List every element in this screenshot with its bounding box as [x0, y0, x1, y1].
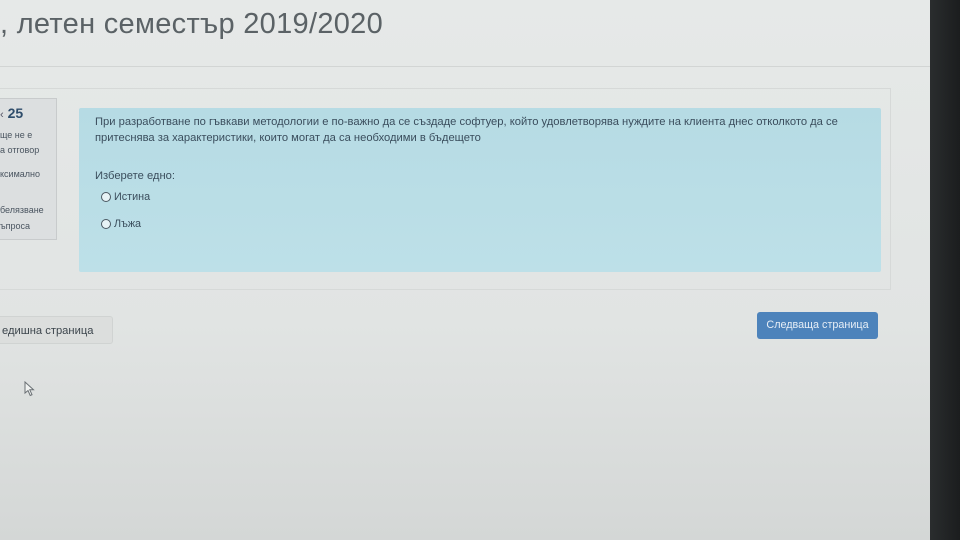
- option-true-label: Истина: [114, 191, 151, 203]
- question-number-prefix: ‹: [0, 109, 4, 121]
- page-title: , летен семестър 2019/2020: [0, 8, 384, 40]
- option-false-label: Лъжа: [114, 218, 142, 230]
- question-number-value: 25: [7, 105, 24, 121]
- previous-page-button[interactable]: едишна страница: [0, 316, 113, 344]
- answer-prompt: Изберете едно:: [95, 170, 175, 182]
- question-text: При разработване по гъвкави методологии …: [95, 116, 838, 144]
- title-divider: [0, 66, 930, 67]
- flag-question-link[interactable]: белязване: [0, 205, 44, 215]
- mouse-pointer-icon: [24, 381, 35, 397]
- radio-true[interactable]: [101, 192, 111, 202]
- question-number: ‹ 25: [0, 105, 23, 121]
- radio-false[interactable]: [101, 219, 111, 229]
- info-points-line: ксимално: [0, 169, 40, 179]
- monitor-bezel: [930, 0, 960, 540]
- info-status-line-2: а отговор: [0, 145, 40, 155]
- flag-question-link-line-2[interactable]: ъпроса: [0, 221, 30, 231]
- option-false[interactable]: Лъжа: [101, 218, 141, 230]
- next-page-button[interactable]: Следваща страница: [757, 312, 878, 339]
- info-status-line-1: ще не е: [0, 130, 33, 140]
- question-card: При разработване по гъвкави методологии …: [79, 108, 881, 272]
- option-true[interactable]: Истина: [101, 191, 150, 203]
- question-info-panel: ‹ 25 ще не е а отговор ксимално белязван…: [0, 98, 57, 240]
- screen: , летен семестър 2019/2020 ‹ 25 ще не е …: [0, 0, 930, 540]
